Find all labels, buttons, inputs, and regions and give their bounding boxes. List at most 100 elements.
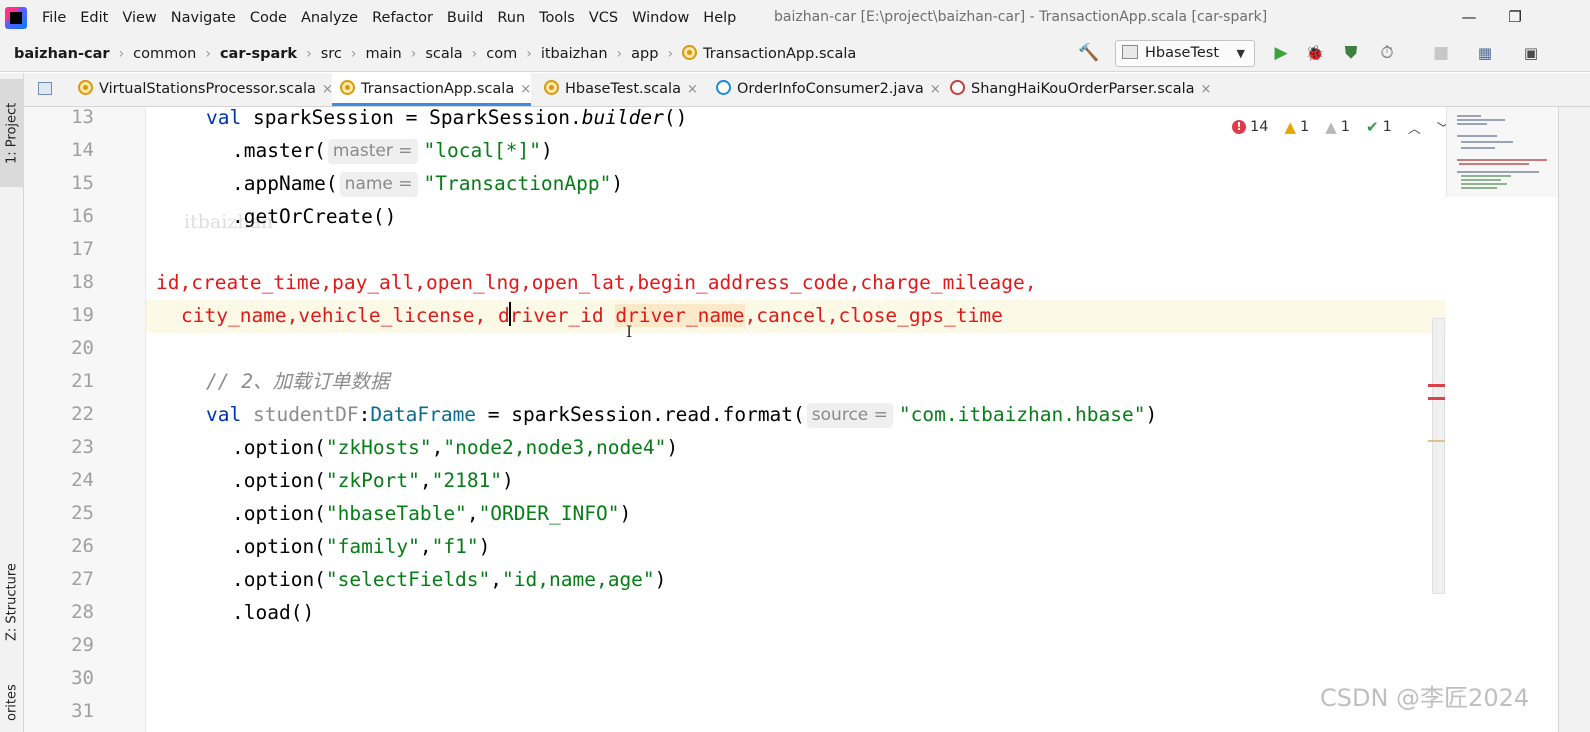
code-line-16: .getOrCreate() <box>232 205 397 228</box>
breadcrumb-submodule[interactable]: car-spark <box>218 46 299 62</box>
breadcrumb-file[interactable]: TransactionApp.scala <box>680 45 858 62</box>
line-number: 24 <box>71 469 94 491</box>
warning-stripe-marker[interactable] <box>1428 440 1445 442</box>
menu-refactor[interactable]: Refactor <box>365 0 440 36</box>
breadcrumb-separator-icon: › <box>471 45 478 62</box>
breadcrumb-separator-icon: › <box>667 45 674 62</box>
menu-vcs[interactable]: VCS <box>582 0 625 36</box>
breadcrumb-separator-icon: › <box>410 45 417 62</box>
breadcrumb-separator-icon: › <box>205 45 211 62</box>
breadcrumb-separator-icon: › <box>118 45 125 62</box>
code-line-23: .option("zkHosts","node2,node3,node4") <box>232 436 679 459</box>
close-icon[interactable]: × <box>1201 82 1212 97</box>
chevron-down-icon: ▼ <box>1236 47 1245 60</box>
line-number: 21 <box>71 370 94 392</box>
typo-check-icon: ✔ <box>1366 118 1379 136</box>
tool-window-project[interactable]: 1: Project <box>0 79 24 187</box>
error-count: 14 <box>1250 119 1269 135</box>
minimize-button[interactable]: — <box>1446 0 1492 34</box>
breadcrumb-separator-icon: › <box>616 45 623 62</box>
stop-icon[interactable]: ■ <box>1426 36 1456 70</box>
close-icon[interactable]: × <box>687 82 698 97</box>
error-stripe-marker[interactable] <box>1428 397 1445 400</box>
profile-icon[interactable]: ⏱ <box>1372 36 1402 70</box>
code-line-27: .option("selectFields","id,name,age") <box>232 568 667 591</box>
code-minimap[interactable] <box>1446 107 1558 197</box>
line-number: 28 <box>71 601 94 623</box>
menu-tools[interactable]: Tools <box>532 0 582 36</box>
csdn-watermark: CSDN @李匠2024 <box>1320 684 1530 712</box>
menu-help[interactable]: Help <box>696 0 743 36</box>
code-line-14: .master(master = "local[*]") <box>232 139 553 164</box>
run-configuration-select[interactable]: HbaseTest ▼ <box>1115 40 1255 67</box>
breadcrumb-app[interactable]: app <box>629 46 660 62</box>
line-number: 26 <box>71 535 94 557</box>
scala-file-icon <box>544 80 559 95</box>
line-number: 25 <box>71 502 94 524</box>
tool-window-favorites[interactable]: orites <box>0 673 24 732</box>
coverage-icon[interactable]: ⛊ <box>1336 36 1366 70</box>
vertical-scrollbar-thumb[interactable] <box>1432 318 1445 594</box>
menu-edit[interactable]: Edit <box>73 0 115 36</box>
menu-analyze[interactable]: Analyze <box>294 0 365 36</box>
menu-run[interactable]: Run <box>490 0 532 36</box>
restore-button[interactable]: ❐ <box>1492 0 1538 34</box>
weak-warning-count: 1 <box>1340 119 1351 135</box>
line-number: 27 <box>71 568 94 590</box>
menu-window[interactable]: Window <box>625 0 696 36</box>
close-icon[interactable]: × <box>930 82 941 97</box>
error-icon: ! <box>1232 120 1246 134</box>
code-line-25: .option("hbaseTable","ORDER_INFO") <box>232 502 632 525</box>
breadcrumb-scala[interactable]: scala <box>423 46 464 62</box>
parameter-hint: source = <box>806 403 893 428</box>
line-number: 19 <box>71 304 94 326</box>
close-icon[interactable]: × <box>520 82 531 97</box>
tab-shanghaikouorderparser[interactable]: ShangHaiKouOrderParser.scala × <box>942 73 1211 106</box>
inspections-widget[interactable]: ! 14 ▲ 1 ▲ 1 ✔ 1 ︿ ﹀ <box>1232 116 1450 138</box>
tool-window-structure[interactable]: Z: Structure <box>0 543 24 661</box>
breadcrumb-main[interactable]: main <box>363 46 403 62</box>
window-title: baizhan-car [E:\project\baizhan-car] - T… <box>774 9 1268 25</box>
code-line-22: val studentDF:DataFrame = sparkSession.r… <box>206 403 1158 428</box>
breadcrumb-module[interactable]: common <box>131 46 198 62</box>
scala-file-icon <box>78 80 93 95</box>
project-structure-icon[interactable]: ▦ <box>1470 36 1500 70</box>
menu-build[interactable]: Build <box>440 0 490 36</box>
breadcrumb-src[interactable]: src <box>319 46 344 62</box>
menu-file[interactable]: File <box>35 0 73 36</box>
breadcrumb-project[interactable]: baizhan-car <box>12 46 112 62</box>
mouse-ibeam-cursor-icon: I <box>626 322 633 341</box>
scala-file-icon <box>340 80 355 95</box>
code-line-15: .appName(name = "TransactionApp") <box>232 172 624 197</box>
warning-icon: ▲ <box>1284 118 1296 136</box>
code-line-26: .option("family","f1") <box>232 535 491 558</box>
run-icon[interactable]: ▶ <box>1266 36 1296 70</box>
menu-navigate[interactable]: Navigate <box>164 0 243 36</box>
line-number: 15 <box>71 172 94 194</box>
menu-view[interactable]: View <box>115 0 163 36</box>
line-number: 17 <box>71 238 94 260</box>
file-list-icon <box>38 82 52 95</box>
left-tool-stripe: 1: Project Z: Structure orites <box>0 73 24 732</box>
line-number: 20 <box>71 337 94 359</box>
code-line-21: // 2、加载订单数据 <box>206 370 390 393</box>
terminal-icon[interactable]: ▣ <box>1516 36 1546 70</box>
debug-icon[interactable]: 🐞 <box>1300 36 1330 70</box>
breadcrumb-com[interactable]: com <box>484 46 519 62</box>
warning-count: 1 <box>1300 119 1310 135</box>
line-number: 29 <box>71 634 94 656</box>
line-number: 22 <box>71 403 94 425</box>
java-class-icon <box>716 80 731 95</box>
breadcrumb-separator-icon: › <box>350 45 357 62</box>
breadcrumb-itbaizhan[interactable]: itbaizhan <box>539 46 610 62</box>
menu-code[interactable]: Code <box>243 0 294 36</box>
error-stripe-marker[interactable] <box>1428 384 1445 387</box>
code-line-19: city_name,vehicle_license, driver_id dri… <box>181 302 1003 327</box>
previous-highlight-icon[interactable]: ︿ <box>1408 118 1421 137</box>
code-line-13: val sparkSession = SparkSession.builder(… <box>206 106 688 129</box>
line-number: 18 <box>71 271 94 293</box>
tab-orderinfoconsumer2[interactable]: OrderInfoConsumer2.java × <box>708 73 941 106</box>
build-hammer-icon[interactable]: 🔨 <box>1074 36 1104 70</box>
line-number: 14 <box>71 139 94 161</box>
line-number: 31 <box>71 700 94 722</box>
